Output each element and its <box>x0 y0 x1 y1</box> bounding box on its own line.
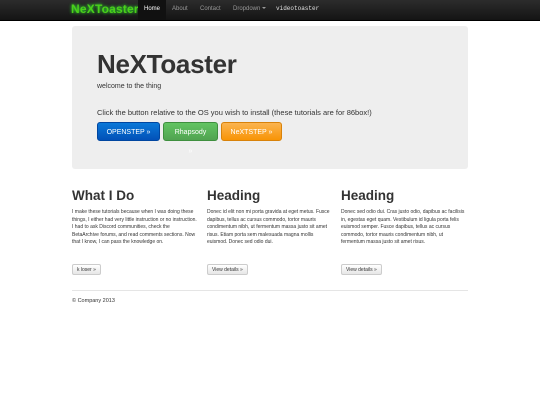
navbar: NeXToaster Home About Contact Dropdown v… <box>0 0 540 21</box>
caret-down-icon <box>262 7 267 10</box>
hero-unit: NeXToaster welcome to the thing Click th… <box>72 26 468 169</box>
nav-item-contact[interactable]: Contact <box>194 0 227 20</box>
hero-description: Click the button relative to the OS you … <box>97 108 372 117</box>
brand-logo[interactable]: NeXToaster <box>71 2 139 16</box>
column-heading: What I Do <box>72 188 135 203</box>
column-what-i-do: What I Do I make these tutorials because… <box>72 188 197 247</box>
hero-title: NeXToaster <box>97 49 237 79</box>
column-body: Donec id elit non mi porta gravida at eg… <box>207 209 330 245</box>
column-heading-2: Heading Donec id elit non mi porta gravi… <box>207 188 332 247</box>
nav-item-dropdown[interactable]: Dropdown <box>227 0 272 20</box>
nav-item-about[interactable]: About <box>166 0 194 20</box>
rhapsody-button[interactable]: Rhapsody » <box>163 122 218 155</box>
footer-copyright: © Company 2013 <box>72 298 115 304</box>
openstep-button[interactable]: OPENSTEP » <box>97 122 160 141</box>
view-details-button[interactable]: View details » <box>207 264 248 275</box>
footer-divider <box>72 290 468 291</box>
k-loser-button[interactable]: k loser » <box>72 264 101 275</box>
nav-item-videotoaster[interactable]: videotoaster <box>270 0 325 20</box>
column-heading: Heading <box>341 188 395 203</box>
column-body: I make these tutorials because when I wa… <box>72 209 197 245</box>
view-details-button[interactable]: View details » <box>341 264 382 275</box>
hero-subtitle: welcome to the thing <box>97 83 162 90</box>
nav-item-dropdown-label: Dropdown <box>233 6 261 12</box>
column-body: Donec sed odio dui. Cras justo odio, dap… <box>341 209 465 245</box>
nav-item-home[interactable]: Home <box>138 0 167 20</box>
column-heading: Heading <box>207 188 261 203</box>
column-heading-3: Heading Donec sed odio dui. Cras justo o… <box>341 188 466 247</box>
nextstep-button[interactable]: NeXTSTEP » <box>221 122 282 141</box>
